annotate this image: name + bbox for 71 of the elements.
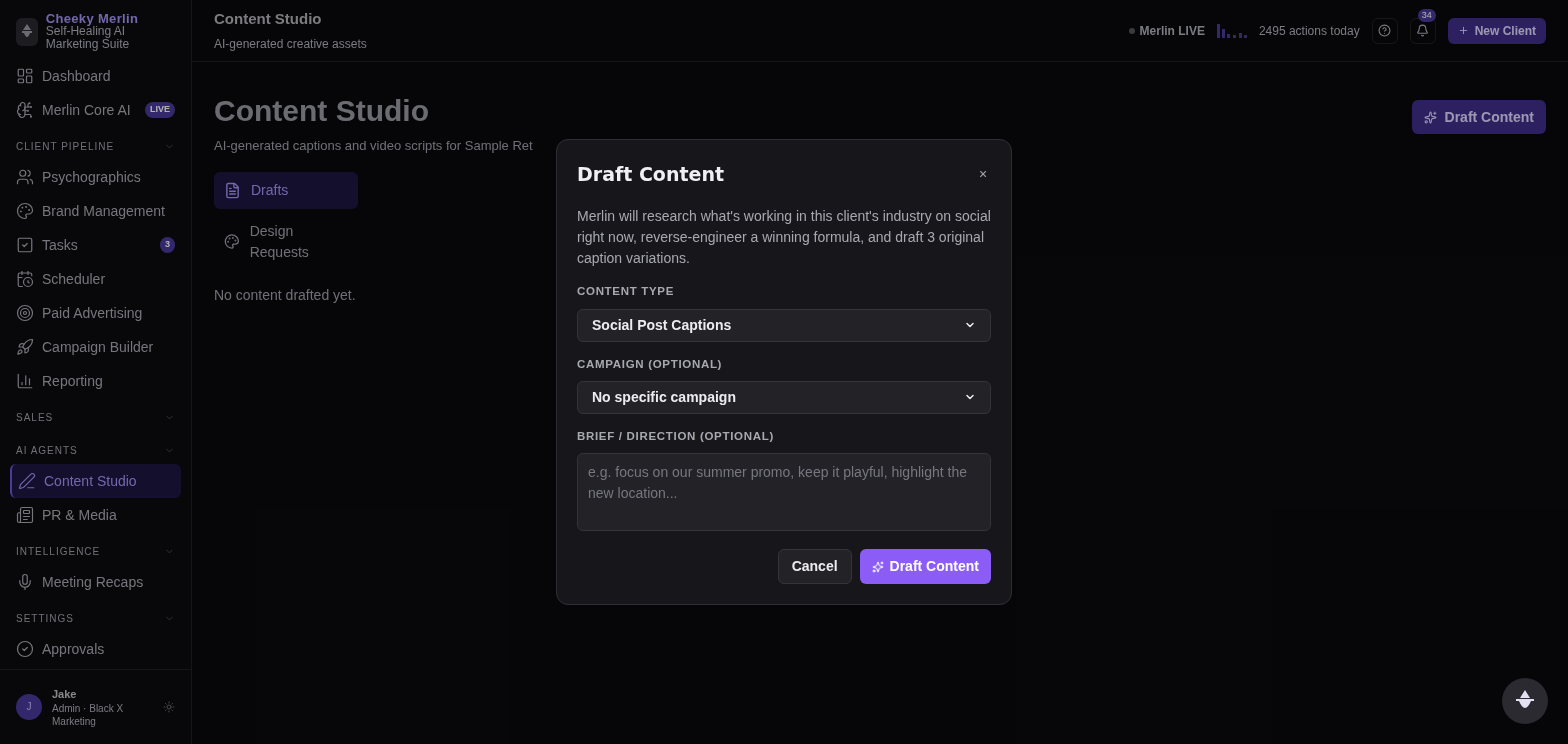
nav-item[interactable]: Merlin Core AI LIVE <box>10 93 181 127</box>
nav-icon <box>16 338 34 356</box>
theme-toggle-icon[interactable] <box>163 700 175 713</box>
nav-item[interactable]: PR & Media <box>10 498 181 532</box>
plus-icon <box>1457 25 1469 36</box>
help-button[interactable] <box>1371 17 1398 44</box>
page-subtitle: AI-generated captions and video scripts for Sample Ret <box>214 137 534 155</box>
tab[interactable]: Design Requests <box>214 212 358 271</box>
dropdown[interactable]: No specific campaign <box>577 380 991 414</box>
section-label: SETTINGS <box>16 612 74 626</box>
nav-item[interactable]: Psychographics <box>10 160 181 194</box>
user-avatar[interactable]: J <box>16 693 42 720</box>
nav-icon <box>16 202 34 220</box>
nav-icon <box>16 304 34 322</box>
user-role: Admin · Black X Marketing <box>52 702 125 728</box>
nav-icon <box>16 640 34 658</box>
notification-count: 34 <box>1417 8 1436 22</box>
nav-item[interactable]: Campaign Builder <box>10 330 181 364</box>
brand-name: Cheeky Merlin <box>45 12 140 25</box>
nav-badge: LIVE <box>145 102 175 118</box>
user-name: Jake <box>52 686 78 702</box>
nav-icon <box>16 168 34 186</box>
sparkles-icon <box>1423 110 1437 124</box>
nav-item[interactable]: Scheduler <box>10 262 181 296</box>
section-label: SALES <box>16 411 54 425</box>
page-title: Content Studio <box>214 93 429 129</box>
help-icon <box>1378 24 1392 37</box>
nav-icon <box>16 101 34 119</box>
brand-tagline: Self-Healing AI Marketing Suite <box>45 25 131 51</box>
draft-content-button[interactable]: Draft Content <box>859 549 991 585</box>
nav-icon <box>16 67 34 85</box>
nav-icon <box>16 506 34 524</box>
section-label: AI AGENTS <box>16 444 78 458</box>
status-label: Merlin LIVE <box>1139 22 1205 40</box>
nav-icon <box>16 236 34 254</box>
nav-item[interactable]: Paid Advertising <box>10 296 181 330</box>
nav-item[interactable]: Approvals <box>10 632 181 666</box>
dropdown[interactable]: Social Post Captions <box>577 308 991 342</box>
field-label: CONTENT TYPE <box>577 284 676 300</box>
nav-item[interactable]: Reporting <box>10 364 181 398</box>
tab[interactable]: Drafts <box>214 171 358 209</box>
dialog-description: Merlin will research what's working in this client's industry on social right now, reverse-engineer a winning formula, and draft 3 original caption variations. <box>577 207 991 269</box>
nav-item[interactable]: Dashboard <box>10 59 181 93</box>
nav-item[interactable]: Meeting Recaps <box>10 565 181 599</box>
close-button[interactable]: × <box>975 163 991 185</box>
nav-icon <box>16 270 34 288</box>
section-label: INTELLIGENCE <box>16 545 101 559</box>
bell-icon <box>1416 24 1430 37</box>
field-label: CAMPAIGN (OPTIONAL) <box>577 356 724 372</box>
dialog-title: Draft Content <box>577 161 725 187</box>
nav-icon <box>16 573 34 591</box>
draft-content-button[interactable]: Draft Content <box>1411 100 1546 134</box>
nav-item[interactable]: Brand Management <box>10 194 181 228</box>
header-title: Content Studio <box>214 9 323 30</box>
activity-count: 2495 actions today <box>1258 22 1360 40</box>
header-subtitle: AI-generated creative assets <box>214 35 367 53</box>
nav-item[interactable]: Content Studio <box>10 464 181 498</box>
nav-icon <box>16 372 34 390</box>
palette-icon <box>224 233 240 250</box>
nav-item[interactable]: Tasks 3 <box>10 228 181 262</box>
field-label: BRIEF / DIRECTION (OPTIONAL) <box>577 428 775 444</box>
nav-badge: 3 <box>160 237 175 253</box>
activity-bars-icon <box>1216 23 1247 38</box>
document-icon <box>224 181 241 199</box>
empty-message: No content drafted yet. <box>214 285 356 305</box>
section-label: CLIENT PIPELINE <box>16 140 115 154</box>
cancel-button[interactable]: Cancel <box>777 549 852 585</box>
sparkles-icon <box>871 560 884 573</box>
brief-input[interactable]: e.g. focus on our summer promo, keep it playful, highlight the new location... <box>577 453 991 532</box>
nav-icon <box>18 472 36 490</box>
new-client-button[interactable]: New Client <box>1447 17 1546 44</box>
